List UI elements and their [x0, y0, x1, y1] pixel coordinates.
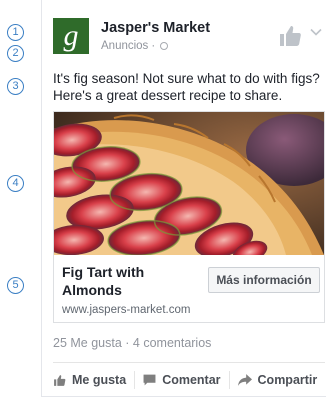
page-logo[interactable]: g: [53, 18, 89, 54]
share-button[interactable]: Compartir: [237, 368, 318, 392]
learn-more-button[interactable]: Más información: [208, 267, 320, 293]
comment-label: Comentar: [162, 373, 221, 387]
action-bar: Me gusta Comentar Compartir: [53, 368, 327, 392]
engagement-summary[interactable]: 25 Me gusta · 4 comentarios: [53, 336, 211, 350]
action-separator: [134, 371, 136, 389]
share-icon: [237, 374, 252, 386]
share-label: Compartir: [257, 373, 318, 387]
separator-dot: ·: [151, 40, 156, 52]
page-name-link[interactable]: Jasper's Market: [101, 20, 210, 36]
comment-icon: [143, 374, 156, 386]
like-label: Me gusta: [72, 373, 127, 387]
ad-header: g Jasper's Market Anuncios ·: [53, 18, 322, 58]
post-text: It's fig season! Not sure what to do wit…: [53, 71, 320, 103]
link-info[interactable]: Fig Tart with Almonds www.jaspers-market…: [54, 255, 324, 322]
action-separator: [228, 371, 230, 389]
comment-button[interactable]: Comentar: [143, 368, 221, 392]
link-attachment[interactable]: Fig Tart with Almonds www.jaspers-market…: [53, 111, 325, 323]
callout-marker-3: 3: [7, 78, 24, 95]
chevron-down-icon[interactable]: [310, 26, 322, 38]
callout-marker-4: 4: [7, 175, 24, 192]
logo-letter: g: [63, 19, 79, 52]
thumbs-up-icon[interactable]: [278, 24, 302, 48]
callout-marker-1: 1: [7, 24, 24, 41]
link-domain: www.jaspers-market.com: [62, 304, 191, 316]
link-title[interactable]: Fig Tart with Almonds: [62, 263, 202, 299]
actions-divider: [53, 362, 325, 363]
ad-card: g Jasper's Market Anuncios · It's fig se…: [41, 0, 326, 397]
callout-marker-2: 2: [7, 45, 24, 62]
like-icon: [54, 374, 66, 386]
callout-marker-5: 5: [7, 277, 24, 294]
globe-icon: [160, 42, 169, 50]
sponsored-row: Anuncios ·: [101, 40, 169, 52]
sponsored-label[interactable]: Anuncios: [101, 40, 148, 52]
fig-tart-image[interactable]: [54, 112, 324, 255]
like-button[interactable]: Me gusta: [53, 368, 126, 392]
